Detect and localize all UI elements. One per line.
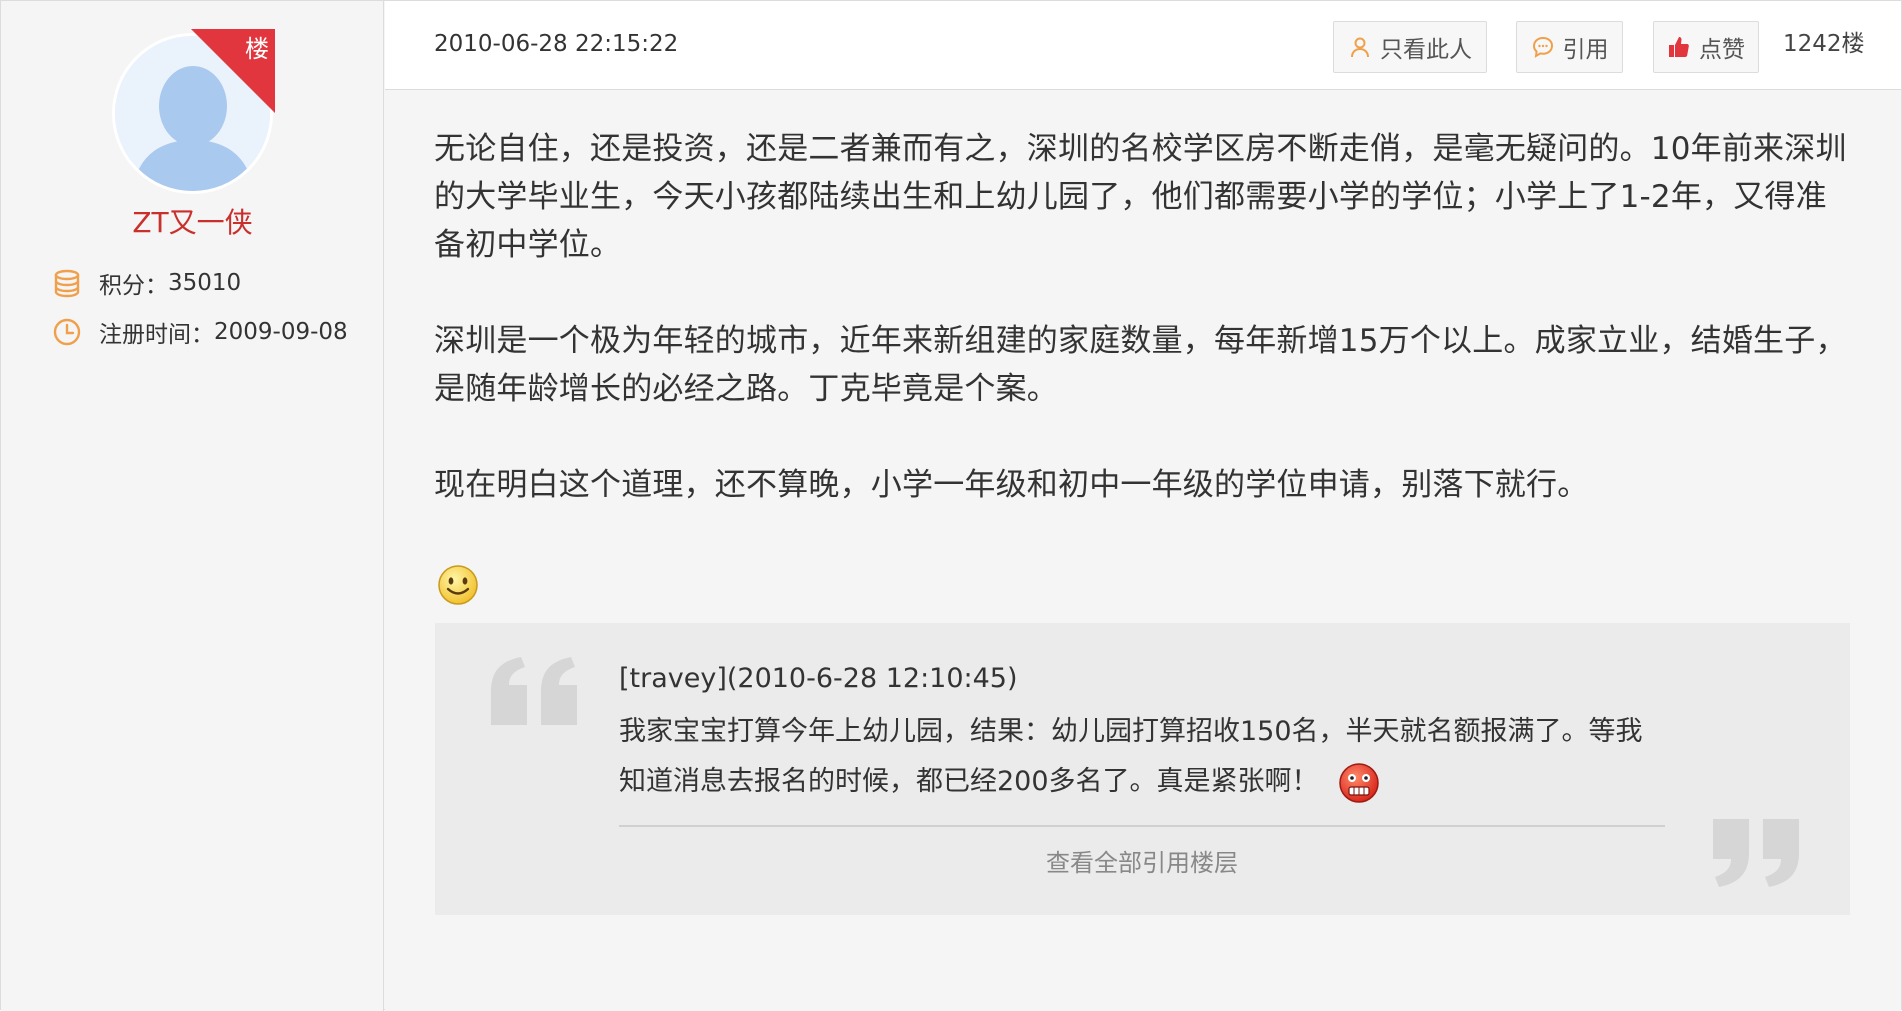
quote-body: 我家宝宝打算今年上幼儿园，结果：幼儿园打算招收150名，半天就名额报满了。等我知… — [619, 716, 1643, 797]
reg-value: 2009-09-08 — [214, 319, 348, 345]
person-icon — [1351, 37, 1369, 58]
quote-label: 引用 — [1562, 37, 1609, 63]
view-all-quotes-link[interactable]: 查看全部引用楼层 — [619, 845, 1665, 881]
quote-author: [travey](2010-6-28 12:10:45) — [619, 663, 1018, 694]
author-points: 积分： 35010 — [51, 266, 241, 300]
post-paragraph: 无论自住，还是投资，还是二者兼而有之，深圳的名校学区房不断走俏，是毫无疑问的。1… — [434, 131, 1847, 263]
post-timestamp: 2010-06-28 22:15:22 — [434, 31, 679, 57]
thumbs-up-icon — [1669, 37, 1689, 57]
quote-block: [travey](2010-6-28 12:10:45) 我家宝宝打算今年上幼儿… — [435, 623, 1850, 915]
post-header: 2010-06-28 22:15:22 只看此人 引用 点赞 1242楼 — [385, 1, 1901, 90]
quote-text: 我家宝宝打算今年上幼儿园，结果：幼儿园打算招收150名，半天就名额报满了。等我知… — [619, 707, 1659, 807]
open-quote-icon — [491, 657, 577, 725]
author-registration: 注册时间： 2009-09-08 — [51, 315, 348, 349]
only-author-label: 只看此人 — [1380, 37, 1472, 63]
author-username[interactable]: ZT又一侠 — [1, 203, 384, 243]
like-button[interactable]: 点赞 — [1653, 21, 1759, 73]
points-label: 积分： — [99, 273, 168, 299]
post-paragraph: 深圳是一个极为年轻的城市，近年来新组建的家庭数量，每年新增15万个以上。成家立业… — [434, 323, 1847, 407]
badge-label: 楼 — [245, 35, 269, 63]
like-label: 点赞 — [1699, 37, 1745, 63]
nervous-emoji-icon — [1339, 762, 1379, 803]
smile-emoji-icon — [438, 565, 478, 605]
quote-divider — [619, 825, 1665, 827]
floor-owner-badge: 楼 — [191, 29, 275, 113]
chat-bubble-icon — [1532, 36, 1553, 58]
quote-button[interactable]: 引用 — [1516, 21, 1623, 73]
floor-number: 1242楼 — [1783, 31, 1865, 57]
clock-icon — [53, 318, 81, 346]
points-value: 35010 — [168, 270, 242, 296]
coins-icon — [54, 269, 80, 298]
post-paragraph: 现在明白这个道理，还不算晚，小学一年级和初中一年级的学位申请，别落下就行。 — [434, 467, 1589, 503]
only-author-button[interactable]: 只看此人 — [1333, 21, 1487, 73]
reg-label: 注册时间： — [99, 322, 214, 348]
close-quote-icon — [1713, 819, 1799, 887]
post-frame: 楼 ZT又一侠 积分： 35010 注册时间： 2009-09-08 2010-… — [0, 0, 1902, 1011]
post-panel: 2010-06-28 22:15:22 只看此人 引用 点赞 1242楼 无论自… — [385, 1, 1901, 1011]
author-panel: 楼 ZT又一侠 积分： 35010 注册时间： 2009-09-08 — [1, 1, 384, 1011]
